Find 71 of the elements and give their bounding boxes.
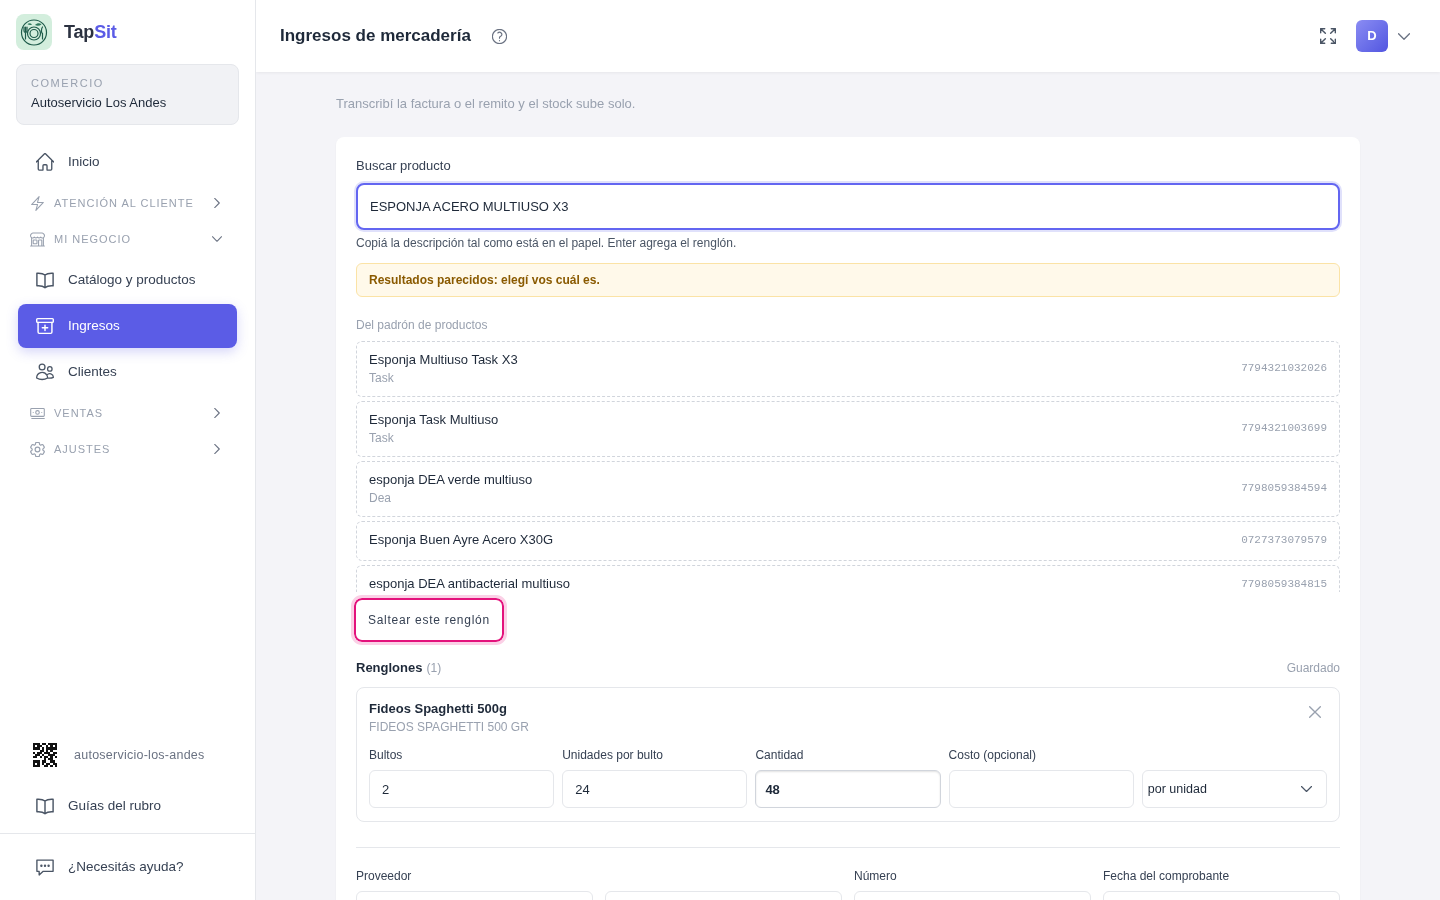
product-result[interactable]: Esponja Multiuso Task X3 Task 7794321032026 xyxy=(356,341,1340,397)
store-name: Autoservicio Los Andes xyxy=(31,94,168,112)
brand-name[interactable]: TapSit xyxy=(64,18,117,46)
field-label: Proveedor xyxy=(356,868,413,884)
barcode: 7794321003699 xyxy=(1241,420,1327,436)
close-icon[interactable] xyxy=(1309,706,1321,718)
product-result[interactable]: esponja DEA antibacterial multiuso 7798059384815 xyxy=(356,565,1340,592)
chevron-down-icon xyxy=(1301,786,1312,792)
text-input[interactable] xyxy=(948,770,1134,808)
barcode: 7794321032026 xyxy=(1241,360,1327,376)
qr-code-icon[interactable] xyxy=(33,743,57,767)
text-input[interactable]: 2 xyxy=(369,770,555,808)
field-label: Cantidad xyxy=(755,747,805,763)
chevron-down-icon[interactable] xyxy=(1398,32,1410,40)
storefront-icon xyxy=(30,231,45,247)
help-link[interactable]: ¿Necesitás ayuda? xyxy=(18,856,184,878)
field-label: Número xyxy=(854,868,898,884)
product-brand: Task xyxy=(369,430,395,446)
nav-item[interactable]: Guías del rubro xyxy=(18,784,237,828)
section-label: Del padrón de productos xyxy=(356,317,489,333)
product-name: esponja DEA antibacterial multiuso xyxy=(369,575,570,592)
field-label: Buscar producto xyxy=(356,157,452,175)
logo-icon[interactable] xyxy=(16,14,52,50)
page-title: Ingresos de mercadería xyxy=(280,25,471,48)
field-hint: Copiá la descripción tal como está en el papel. Enter agrega el renglón. xyxy=(356,235,738,251)
fullscreen-icon[interactable] xyxy=(1320,28,1336,44)
line-count: (1) xyxy=(426,660,442,677)
section-title: Renglones xyxy=(356,659,423,678)
help-icon[interactable] xyxy=(491,28,507,44)
home-icon xyxy=(36,153,54,171)
nav-item[interactable]: Inicio xyxy=(18,140,237,184)
field-label: Costo (opcional) xyxy=(948,747,1037,763)
line-item-source: FIDEOS SPAGHETTI 500 GR xyxy=(369,719,529,735)
skip-button[interactable]: Saltear este renglón xyxy=(351,595,507,645)
product-name: Esponja Task Multiuso xyxy=(369,411,499,429)
users-icon xyxy=(36,363,54,381)
field-label: Fecha del comprobante xyxy=(1103,868,1231,884)
lightning-icon xyxy=(30,195,45,211)
product-result[interactable]: Esponja Buen Ayre Acero X30G 0727373079579 xyxy=(356,521,1340,561)
unit-select[interactable]: por unidad xyxy=(1141,770,1327,808)
text-input[interactable]: 24 xyxy=(562,770,748,808)
nav-item[interactable]: Ingresos xyxy=(18,304,237,348)
product-brand: Task xyxy=(369,370,395,386)
product-result[interactable]: Esponja Task Multiuso Task 7794321003699 xyxy=(356,401,1340,457)
book-icon xyxy=(36,797,54,815)
banknote-icon xyxy=(30,405,45,421)
notice-banner: Resultados parecidos: elegí vos cuál es. xyxy=(356,263,1340,297)
product-brand: Dea xyxy=(369,490,392,506)
product-name: Esponja Multiuso Task X3 xyxy=(369,351,518,369)
field-label: Unidades por bulto xyxy=(562,747,664,763)
field-label: Bultos xyxy=(369,747,404,763)
page-subtitle: Transcribí la factura o el remito y el stock sube solo. xyxy=(336,96,637,112)
product-result[interactable]: esponja DEA verde multiuso Dea 7798059384594 xyxy=(356,461,1340,517)
book-icon xyxy=(36,271,54,289)
barcode: 7798059384815 xyxy=(1241,576,1327,592)
store-label: COMERCIO xyxy=(31,76,105,91)
store-slug-link[interactable]: autoservicio-los-andes xyxy=(74,745,205,765)
nav-item[interactable]: Catálogo y productos xyxy=(18,258,237,302)
user-avatar[interactable]: D xyxy=(1356,20,1388,52)
box-plus-icon xyxy=(36,317,54,335)
barcode: 7798059384594 xyxy=(1241,480,1327,496)
barcode: 0727373079579 xyxy=(1241,532,1327,548)
text-input[interactable]: 48 xyxy=(755,770,941,808)
line-item-name: Fideos Spaghetti 500g xyxy=(369,700,508,718)
save-status: Guardado xyxy=(1286,660,1340,677)
nav-item[interactable]: Clientes xyxy=(18,350,237,394)
search-input[interactable]: ESPONJA ACERO MULTIUSO X3 xyxy=(356,183,1340,230)
product-name: Esponja Buen Ayre Acero X30G xyxy=(369,531,554,549)
chat-icon xyxy=(36,858,54,876)
settings-icon xyxy=(30,441,45,457)
product-name: esponja DEA verde multiuso xyxy=(369,471,533,489)
